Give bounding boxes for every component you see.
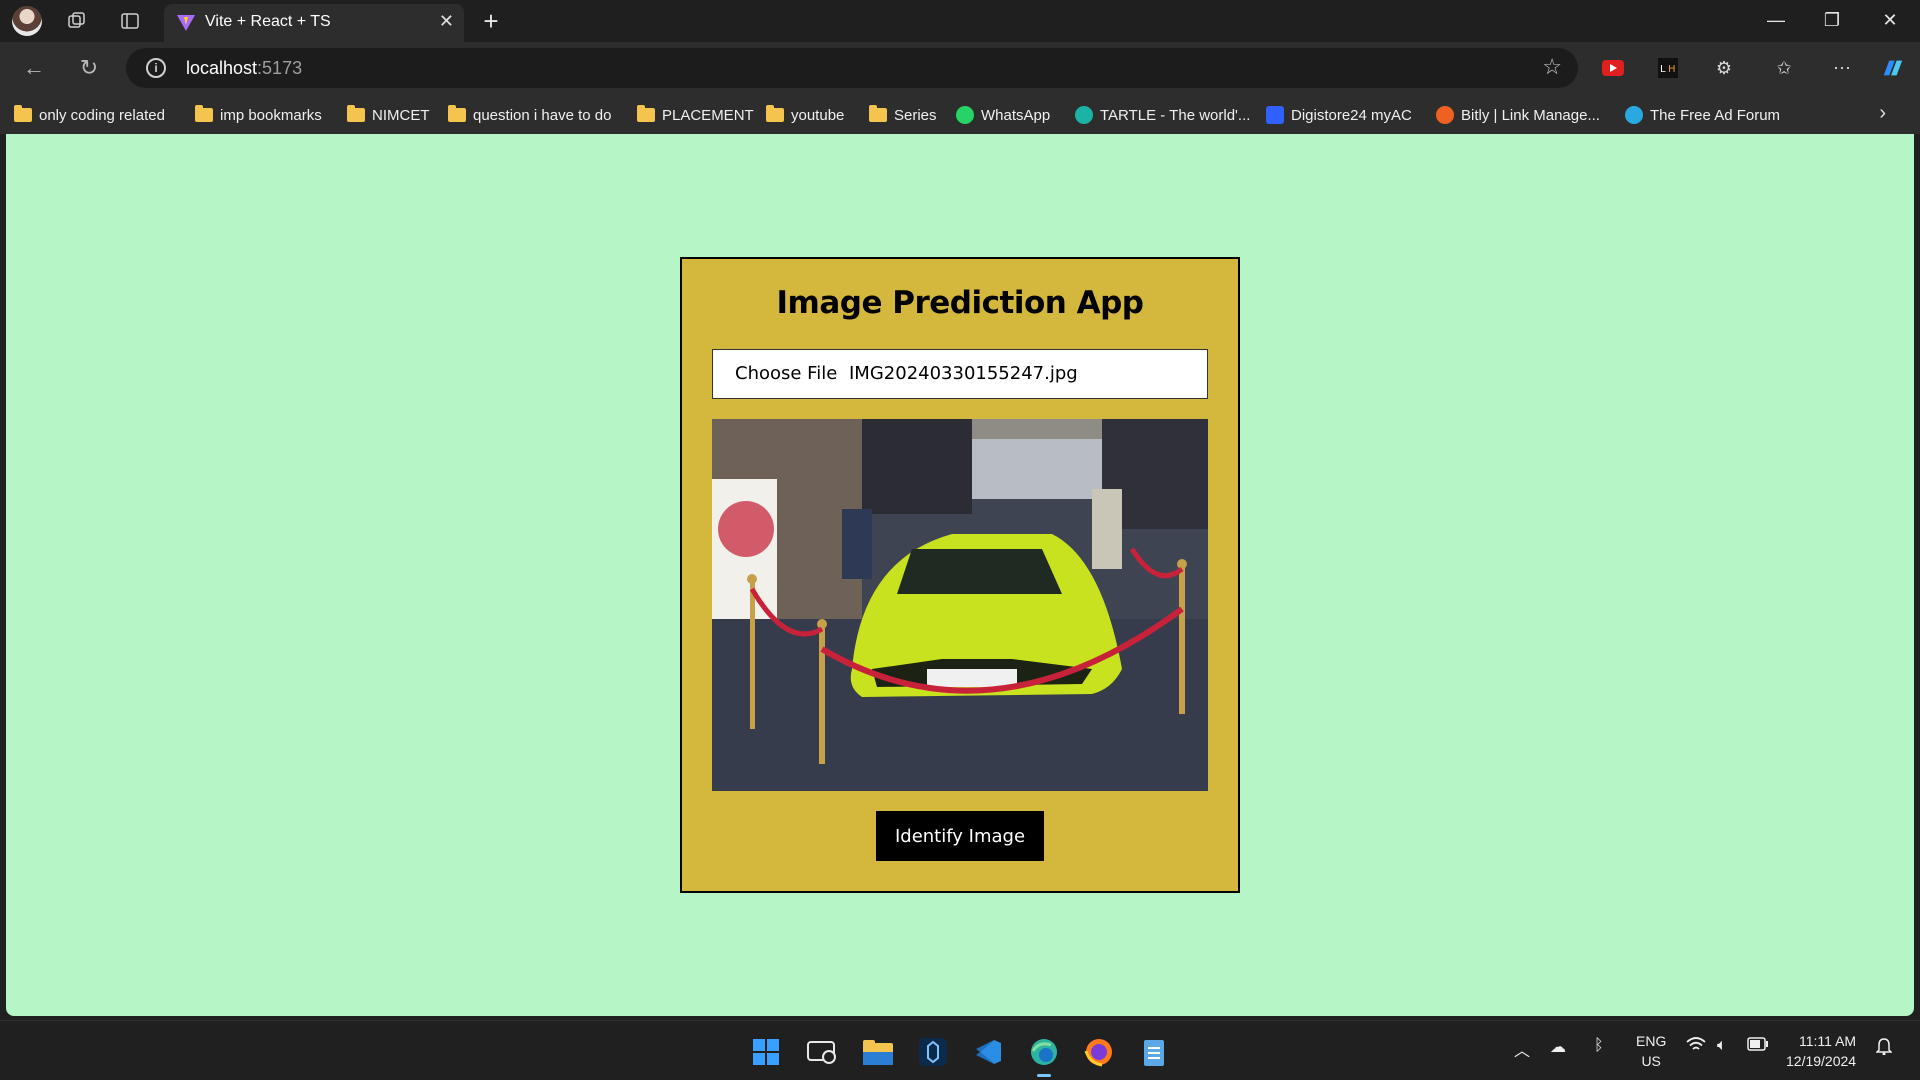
- vertical-tabs-icon[interactable]: [117, 8, 143, 34]
- restore-icon[interactable]: ❐: [1812, 10, 1852, 31]
- onedrive-icon[interactable]: ☁: [1550, 1037, 1566, 1057]
- lighthouse-extension-icon[interactable]: LH: [1656, 56, 1680, 80]
- youtube-extension-icon[interactable]: [1601, 56, 1625, 80]
- language-indicator[interactable]: ENG US: [1636, 1031, 1666, 1071]
- browser-tab-active[interactable]: Vite + React + TS ✕: [164, 4, 464, 42]
- file-explorer-icon[interactable]: [861, 1035, 895, 1069]
- bookmark-free-ad-forum[interactable]: The Free Ad Forum: [1625, 104, 1780, 126]
- bookmark-youtube[interactable]: youtube: [766, 104, 844, 126]
- bookmark-only-coding-related[interactable]: only coding related: [14, 104, 165, 126]
- vite-favicon-icon: [177, 15, 195, 31]
- tartle-icon: [1075, 106, 1093, 124]
- address-bar[interactable]: i localhost:5173 ☆: [126, 48, 1578, 88]
- close-window-icon[interactable]: ✕: [1870, 10, 1910, 31]
- folder-icon: [869, 105, 887, 122]
- folder-icon: [347, 105, 365, 122]
- tab-title: Vite + React + TS: [205, 13, 331, 30]
- favorites-icon[interactable]: ✩: [1772, 56, 1796, 80]
- app-icon-generic[interactable]: [916, 1035, 950, 1069]
- whatsapp-icon: [956, 106, 974, 124]
- bookmark-imp-bookmarks[interactable]: imp bookmarks: [195, 104, 322, 126]
- bitly-icon: [1436, 106, 1454, 124]
- show-hidden-icons-chevron-icon[interactable]: ︿: [1514, 1037, 1530, 1061]
- bookmark-digistore24[interactable]: Digistore24 myAC: [1266, 104, 1412, 126]
- svg-text:L: L: [1660, 64, 1666, 75]
- browser-toolbar: ← ↻ i localhost:5173 ☆ LH ⚙ ✩ ⋯: [0, 42, 1920, 94]
- folder-icon: [195, 105, 213, 122]
- bookmark-tartle[interactable]: TARTLE - The world'...: [1075, 104, 1250, 126]
- notifications-bell-icon[interactable]: [1875, 1037, 1893, 1060]
- minimize-icon[interactable]: —: [1756, 10, 1796, 31]
- bookmark-nimcet[interactable]: NIMCET: [347, 104, 430, 126]
- bookmark-bitly[interactable]: Bitly | Link Manage...: [1436, 104, 1600, 126]
- page-viewport: Image Prediction App Choose File IMG2024…: [6, 134, 1914, 1016]
- task-view-icon[interactable]: [805, 1035, 839, 1069]
- extensions-puzzle-icon[interactable]: ⚙: [1712, 56, 1736, 80]
- prediction-card: Image Prediction App Choose File IMG2024…: [680, 257, 1240, 893]
- copilot-icon[interactable]: [1880, 56, 1904, 80]
- system-clock[interactable]: 11:11 AM 12/19/2024: [1786, 1031, 1856, 1071]
- favorite-star-icon[interactable]: ☆: [1542, 54, 1562, 80]
- digistore-icon: [1266, 106, 1284, 124]
- bookmark-question-i-have-to-do[interactable]: question i have to do: [448, 104, 611, 126]
- file-input[interactable]: Choose File IMG20240330155247.jpg: [712, 349, 1208, 399]
- wifi-icon[interactable]: [1686, 1037, 1706, 1058]
- edge-browser-icon[interactable]: [1027, 1035, 1061, 1077]
- bookmark-whatsapp[interactable]: WhatsApp: [956, 104, 1050, 126]
- windows-taskbar: ︿ ☁ ᛒ ENG US 🔈︎ 11:11 AM 12/19/2024: [0, 1020, 1920, 1080]
- close-tab-icon[interactable]: ✕: [439, 11, 454, 32]
- windows-start-icon[interactable]: [749, 1035, 783, 1069]
- svg-text:H: H: [1668, 64, 1676, 75]
- notepad-icon[interactable]: [1137, 1035, 1171, 1069]
- folder-icon: [14, 105, 32, 122]
- folder-icon: [766, 105, 784, 122]
- bookmark-placement[interactable]: PLACEMENT: [637, 104, 754, 126]
- choose-file-button[interactable]: Choose File: [735, 363, 837, 384]
- browser-titlebar: Vite + React + TS ✕ + — ❐ ✕: [0, 0, 1920, 42]
- bookmarks-overflow-chevron-icon[interactable]: ›: [1879, 102, 1886, 125]
- folder-icon: [448, 105, 466, 122]
- freeadforum-icon: [1625, 106, 1643, 124]
- battery-icon[interactable]: [1747, 1037, 1769, 1056]
- back-arrow-icon[interactable]: ←: [20, 54, 48, 82]
- folder-icon: [637, 105, 655, 122]
- url-text[interactable]: localhost:5173: [186, 58, 302, 79]
- profile-avatar[interactable]: [12, 6, 42, 36]
- image-preview: [712, 419, 1208, 791]
- bookmark-series[interactable]: Series: [869, 104, 937, 126]
- new-tab-icon[interactable]: +: [478, 6, 504, 36]
- volume-icon[interactable]: 🔈︎: [1717, 1037, 1727, 1055]
- selected-file-name: IMG20240330155247.jpg: [849, 363, 1078, 384]
- more-options-icon[interactable]: ⋯: [1830, 56, 1854, 80]
- firefox-icon[interactable]: [1082, 1035, 1116, 1069]
- app-title: Image Prediction App: [776, 285, 1144, 321]
- workspaces-icon[interactable]: [64, 8, 90, 34]
- site-info-icon[interactable]: i: [146, 58, 166, 78]
- refresh-icon[interactable]: ↻: [75, 54, 103, 82]
- identify-image-button[interactable]: Identify Image: [876, 811, 1044, 861]
- bookmarks-bar: only coding related imp bookmarks NIMCET…: [0, 94, 1920, 134]
- vscode-icon[interactable]: [971, 1035, 1005, 1069]
- bluetooth-icon[interactable]: ᛒ: [1594, 1037, 1604, 1055]
